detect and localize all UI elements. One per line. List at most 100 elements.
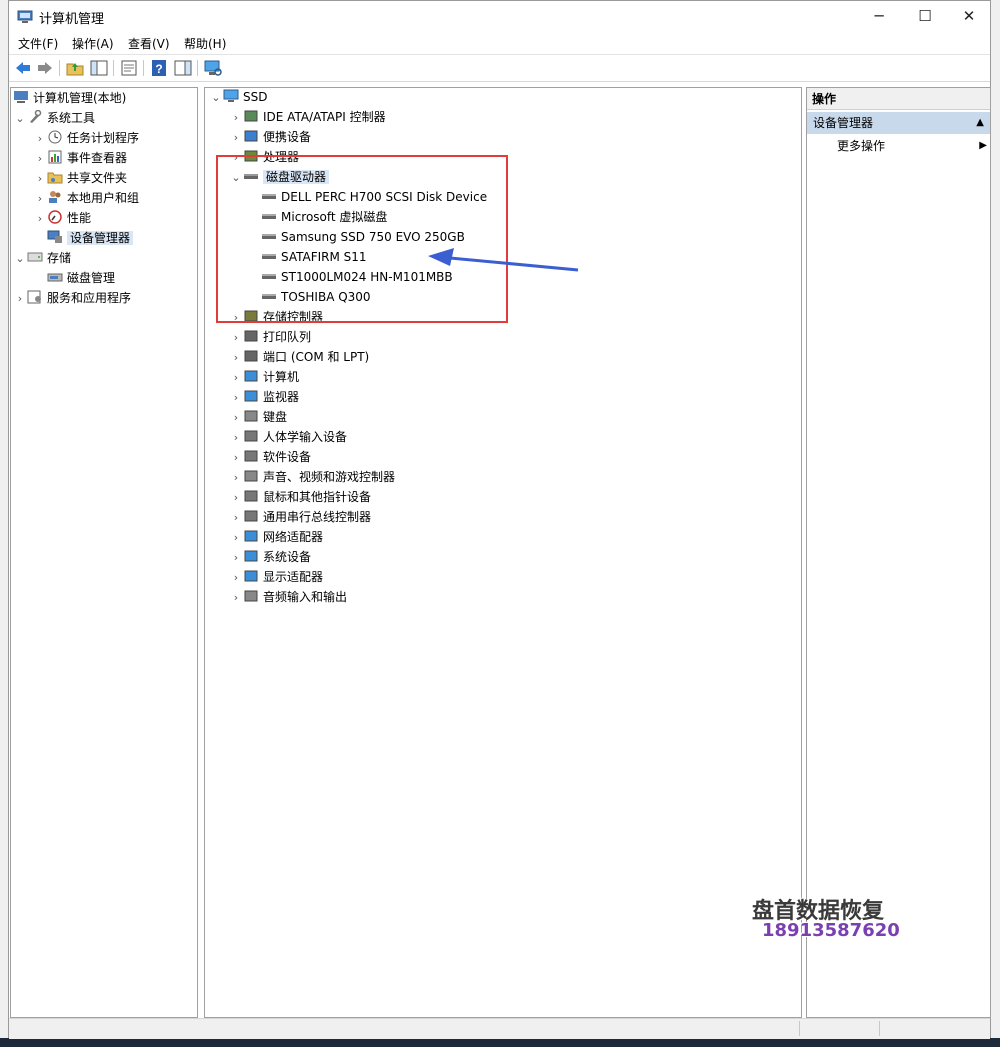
tree-item-storage[interactable]: ⌄ 存储 [13,248,71,268]
device-category-5[interactable]: › 打印队列 [229,327,311,347]
up-folder-icon[interactable] [65,59,85,77]
device-category-label: 鼠标和其他指针设备 [263,490,372,504]
chevron-right-icon[interactable]: › [229,448,243,468]
show-hide-tree-icon[interactable] [89,59,109,77]
device-category-7[interactable]: › 计算机 [229,367,299,387]
chevron-down-icon[interactable]: ⌄ [209,88,223,108]
services-icon [27,290,41,304]
action-pane-icon[interactable] [173,59,193,77]
device-category-18[interactable]: › 音频输入和输出 [229,587,347,607]
chevron-right-icon[interactable]: › [33,169,47,189]
tree-label: 任务计划程序 [67,131,140,145]
chevron-right-icon[interactable]: › [229,508,243,528]
tree-item-device-manager[interactable]: 设备管理器 [47,228,134,248]
shared-folder-icon [47,172,63,184]
tree-item-local-users[interactable]: › 本地用户和组 [33,188,139,208]
status-divider [799,1021,800,1036]
tree-item-system-tools[interactable]: ⌄ 系统工具 [13,108,95,128]
device-category-label: 计算机 [263,370,300,384]
computer-management-icon [14,91,28,103]
device-category-15[interactable]: › 网络适配器 [229,527,323,547]
more-actions-item[interactable]: 更多操作 ▶ [837,136,987,156]
chevron-right-icon[interactable]: › [33,149,47,169]
chevron-right-icon[interactable]: › [229,568,243,588]
maximize-button[interactable]: ☐ [902,1,948,32]
device-category-label: 键盘 [263,410,288,424]
device-category-13[interactable]: › 鼠标和其他指针设备 [229,487,371,507]
chevron-right-icon[interactable]: › [229,348,243,368]
close-button[interactable]: ✕ [946,1,992,32]
chevron-down-icon[interactable]: ⌄ [13,109,27,129]
collapse-up-icon[interactable]: ▲ [976,112,984,134]
chevron-right-icon[interactable]: › [229,128,243,148]
chevron-right-icon[interactable]: › [13,289,27,309]
device-category-11[interactable]: › 软件设备 [229,447,311,467]
chevron-right-icon[interactable]: › [229,428,243,448]
scan-hardware-icon[interactable] [203,59,223,77]
chevron-right-icon[interactable]: › [229,468,243,488]
device-manager-icon [47,230,62,243]
tree-item-computer-management[interactable]: 计算机管理(本地) [13,88,126,108]
chevron-right-icon[interactable]: › [229,368,243,388]
device-category-1[interactable]: › 便携设备 [229,127,311,147]
window-title: 计算机管理 [39,12,105,27]
storage-icon [27,252,43,262]
menu-action[interactable]: 操作(A) [72,35,114,52]
event-viewer-icon [48,150,62,164]
tree-item-performance[interactable]: › 性能 [33,208,91,228]
device-category-icon [244,590,258,602]
chevron-right-icon[interactable]: › [229,108,243,128]
device-category-0[interactable]: › IDE ATA/ATAPI 控制器 [229,107,386,127]
device-tree-root[interactable]: ⌄ SSD [209,87,267,107]
chevron-right-icon[interactable]: › [33,209,47,229]
menu-file[interactable]: 文件(F) [18,35,58,52]
menu-help[interactable]: 帮助(H) [184,35,226,52]
actions-section-device-manager[interactable]: 设备管理器 ▲ [807,112,990,134]
chevron-right-icon[interactable]: › [229,408,243,428]
device-category-9[interactable]: › 键盘 [229,407,287,427]
device-category-label: 系统设备 [263,550,312,564]
menu-view[interactable]: 查看(V) [128,35,170,52]
forward-arrow-icon[interactable] [35,59,55,77]
device-category-label: IDE ATA/ATAPI 控制器 [263,110,386,124]
chevron-right-icon[interactable]: › [229,588,243,608]
actions-section-label: 设备管理器 [813,116,874,130]
device-category-12[interactable]: › 声音、视频和游戏控制器 [229,467,395,487]
device-category-17[interactable]: › 显示适配器 [229,567,323,587]
chevron-right-icon[interactable]: › [229,328,243,348]
console-tree-pane: 计算机管理(本地) ⌄ 系统工具 › 任务计划程序 › 事件查看器 › 共享文件夹 › 本… [10,87,198,1018]
tree-label: 事件查看器 [67,151,128,165]
tree-item-services-apps[interactable]: › 服务和应用程序 [13,288,131,308]
back-arrow-icon[interactable] [13,59,33,77]
chevron-right-icon[interactable]: › [33,129,47,149]
minimize-button[interactable]: ─ [856,1,902,32]
device-category-16[interactable]: › 系统设备 [229,547,311,567]
tree-item-shared-folders[interactable]: › 共享文件夹 [33,168,127,188]
device-category-6[interactable]: › 端口 (COM 和 LPT) [229,347,369,367]
chevron-right-icon[interactable]: › [229,388,243,408]
chevron-right-icon[interactable]: › [229,488,243,508]
tree-item-event-viewer[interactable]: › 事件查看器 [33,148,127,168]
chevron-down-icon[interactable]: ⌄ [13,249,27,269]
device-category-icon [244,550,258,562]
device-category-icon [244,130,258,142]
device-category-label: 软件设备 [263,450,312,464]
device-category-label: 网络适配器 [263,530,324,544]
device-category-icon [244,530,258,542]
device-category-10[interactable]: › 人体学输入设备 [229,427,347,447]
toolbar: ? [9,54,990,82]
tree-item-task-scheduler[interactable]: › 任务计划程序 [33,128,139,148]
device-category-8[interactable]: › 监视器 [229,387,299,407]
device-category-label: 通用串行总线控制器 [263,510,372,524]
computer-icon [223,89,239,102]
tree-item-disk-management[interactable]: 磁盘管理 [47,268,115,288]
chevron-right-icon[interactable]: › [229,528,243,548]
device-category-label: 端口 (COM 和 LPT) [263,350,370,364]
help-icon[interactable]: ? [149,59,169,77]
device-category-icon [244,470,258,482]
chevron-right-icon[interactable]: › [229,548,243,568]
properties-icon[interactable] [119,59,139,77]
chevron-right-icon[interactable]: › [33,189,47,209]
device-category-14[interactable]: › 通用串行总线控制器 [229,507,371,527]
clock-icon [48,130,62,144]
